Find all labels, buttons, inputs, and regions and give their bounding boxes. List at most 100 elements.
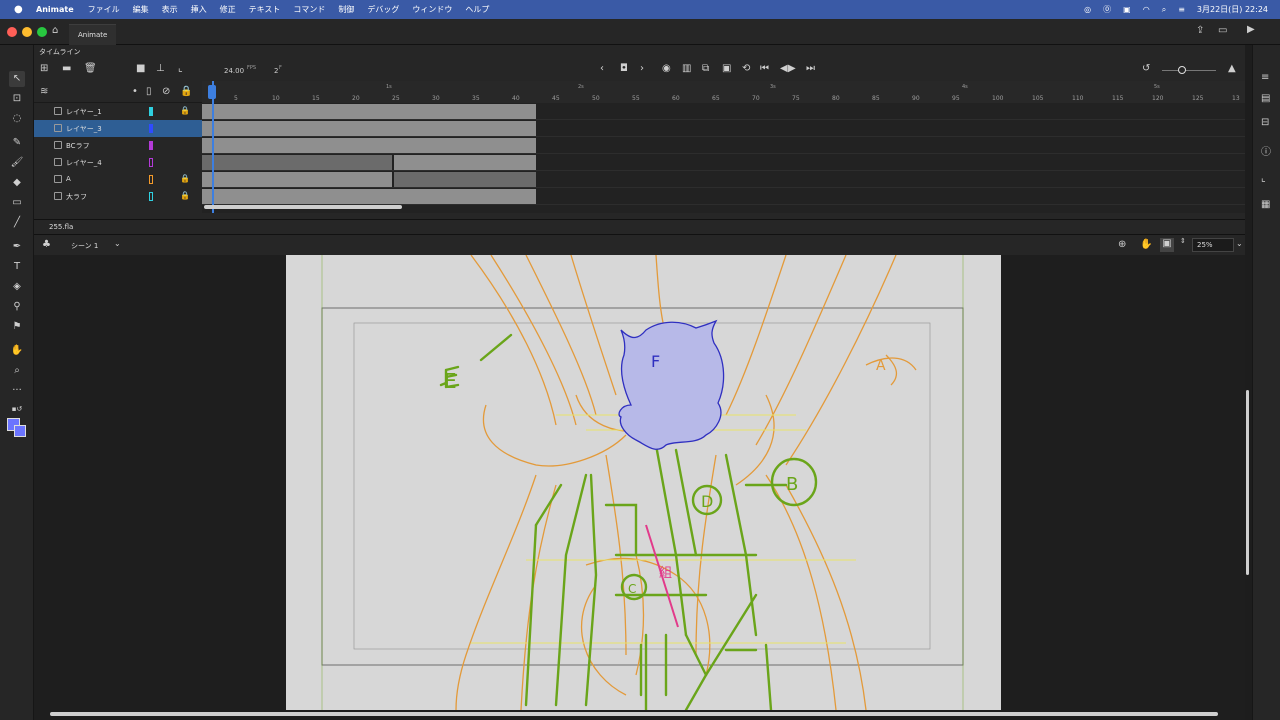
layer-row[interactable]: BCラフ xyxy=(34,137,202,154)
file-tab[interactable]: 255.fla xyxy=(49,223,73,231)
layer-parenting-icon[interactable]: ⊥ xyxy=(156,63,165,74)
layer-color-outline[interactable] xyxy=(149,175,153,184)
step-forward-icon[interactable]: ⏭ xyxy=(806,63,815,74)
layer-color-outline[interactable] xyxy=(149,192,153,201)
frame-span[interactable] xyxy=(202,121,536,136)
show-hide-icon[interactable]: ⊘ xyxy=(162,86,170,97)
frame-row[interactable] xyxy=(202,103,1245,120)
control-center-icon[interactable]: ≡ xyxy=(1178,5,1185,14)
stage-horizontal-scrollbar[interactable] xyxy=(50,712,1218,716)
create-tween-icon[interactable]: ⧉ xyxy=(702,63,709,74)
frame-row[interactable] xyxy=(202,171,1245,188)
playhead[interactable] xyxy=(212,81,214,213)
layer-name[interactable]: BCラフ xyxy=(66,141,90,151)
insert-blank-keyframe-icon[interactable]: ▣ xyxy=(722,63,731,74)
mountain-icon[interactable]: ▲ xyxy=(1228,63,1236,74)
lock-icon[interactable]: 🔒 xyxy=(180,106,190,115)
layer-row[interactable]: レイヤー_3 xyxy=(34,120,202,137)
loop-icon[interactable]: ⟲ xyxy=(742,63,750,74)
frame-span[interactable] xyxy=(202,138,536,153)
prev-keyframe-icon[interactable]: ‹ xyxy=(600,63,604,74)
apple-icon[interactable]: ● xyxy=(14,4,28,15)
layer-row[interactable]: 大ラフ 🔒 xyxy=(34,188,202,205)
rectangle-tool-icon[interactable]: ▭ xyxy=(9,195,25,211)
zoom-stepper-icon[interactable]: ⇕ xyxy=(1180,237,1186,245)
layer-color-swatch[interactable] xyxy=(149,107,153,116)
pin-tool-icon[interactable]: ⚑ xyxy=(9,319,25,335)
edit-multiple-frames-icon[interactable]: ▥ xyxy=(682,63,691,74)
align-icon[interactable]: ⊟ xyxy=(1261,117,1269,128)
frame-span[interactable] xyxy=(202,189,536,204)
menu-window[interactable]: ウィンドウ xyxy=(412,4,452,15)
hand-tool-icon[interactable]: ✋ xyxy=(9,343,25,359)
lock-icon[interactable]: 🔒 xyxy=(180,174,190,183)
more-tools-icon[interactable]: ··· xyxy=(9,383,25,399)
rotation-icon[interactable]: ✋ xyxy=(1140,239,1152,250)
frame-span[interactable] xyxy=(202,155,392,170)
motion-editor-icon[interactable]: ⌞ xyxy=(1261,173,1266,184)
highlight-layers-icon[interactable]: • xyxy=(132,86,138,97)
wifi-icon[interactable]: ◠ xyxy=(1143,5,1150,14)
pencil-tool-icon[interactable]: ✎ xyxy=(9,135,25,151)
menu-insert[interactable]: 挿入 xyxy=(191,4,207,15)
frame-span[interactable] xyxy=(202,104,536,119)
menu-commands[interactable]: コマンド xyxy=(293,4,325,15)
stage-vertical-scrollbar[interactable] xyxy=(1246,390,1249,575)
stage-area[interactable]: D B C E A 組 F xyxy=(34,255,1245,720)
minimize-window-button[interactable] xyxy=(22,27,32,37)
frame-span[interactable] xyxy=(394,155,536,170)
info-icon[interactable]: ⓘ xyxy=(1261,143,1271,158)
timeline-scrollbar[interactable] xyxy=(204,205,402,209)
paint-bucket-tool-icon[interactable]: ◈ xyxy=(9,279,25,295)
zoom-tool-icon[interactable]: ⌕ xyxy=(9,363,25,379)
layer-row[interactable]: レイヤー_4 xyxy=(34,154,202,171)
scene-name[interactable]: シーン 1 xyxy=(71,241,98,251)
close-window-button[interactable] xyxy=(7,27,17,37)
outline-icon[interactable]: ▯ xyxy=(146,86,152,97)
camera-icon[interactable]: ■ xyxy=(136,63,145,74)
timeline-zoom-slider[interactable] xyxy=(1162,70,1216,71)
graph-icon[interactable]: ⌞ xyxy=(178,63,183,74)
frame-row[interactable] xyxy=(202,120,1245,137)
tab-animate[interactable]: Animate xyxy=(69,24,117,45)
layer-color-swatch[interactable] xyxy=(149,141,153,150)
menu-debug[interactable]: デバッグ xyxy=(367,4,399,15)
menu-edit[interactable]: 編集 xyxy=(133,4,149,15)
current-frame-value[interactable]: 2 xyxy=(274,67,278,75)
home-icon[interactable]: ⌂ xyxy=(52,25,58,36)
swap-colors-icon[interactable]: ▪↺ xyxy=(9,401,25,417)
step-back-icon[interactable]: ◀ xyxy=(780,63,788,74)
free-transform-tool-icon[interactable]: ⊡ xyxy=(9,91,25,107)
playhead-handle[interactable] xyxy=(208,85,216,99)
lasso-tool-icon[interactable]: ◌ xyxy=(9,111,25,127)
go-to-first-frame-icon[interactable]: ⏮ xyxy=(760,63,769,74)
test-movie-icon[interactable]: ▶ xyxy=(1247,24,1255,35)
share-icon[interactable]: ⇪ xyxy=(1196,25,1204,36)
chevron-down-icon[interactable]: ⌄ xyxy=(114,239,121,248)
frame-grid[interactable]: 1s 2s 3s 4s 5s 5 10 15 20 25 30 35 40 45… xyxy=(202,81,1245,213)
menu-file[interactable]: ファイル xyxy=(88,4,120,15)
properties-icon[interactable]: ≡ xyxy=(1261,72,1269,83)
pen-tool-icon[interactable]: ✒ xyxy=(9,239,25,255)
fill-color-swatch[interactable] xyxy=(14,425,26,437)
menu-view[interactable]: 表示 xyxy=(162,4,178,15)
layer-name[interactable]: レイヤー_3 xyxy=(66,124,102,134)
insert-keyframe-icon[interactable]: ◘ xyxy=(620,63,628,74)
delete-layer-icon[interactable]: 🗑 xyxy=(84,63,97,74)
frame-row[interactable] xyxy=(202,188,1245,205)
layer-name[interactable]: レイヤー_1 xyxy=(66,107,102,117)
eraser-tool-icon[interactable]: ◆ xyxy=(9,175,25,191)
frame-span[interactable] xyxy=(202,172,392,187)
frame-row[interactable] xyxy=(202,154,1245,171)
menu-control[interactable]: 制御 xyxy=(338,4,354,15)
frame-row[interactable] xyxy=(202,137,1245,154)
menu-modify[interactable]: 修正 xyxy=(220,4,236,15)
input-method-icon[interactable]: ▣ xyxy=(1123,5,1131,14)
clip-icon[interactable]: ▣ xyxy=(1160,238,1174,252)
library-icon[interactable]: ▤ xyxy=(1261,93,1270,104)
play-icon[interactable]: ▶ xyxy=(788,63,796,74)
center-playhead-icon[interactable]: ↺ xyxy=(1142,63,1150,74)
menu-help[interactable]: ヘルプ xyxy=(465,4,489,15)
frame-ruler[interactable]: 1s 2s 3s 4s 5s 5 10 15 20 25 30 35 40 45… xyxy=(202,81,1245,103)
app-menu[interactable]: Animate xyxy=(36,5,74,14)
